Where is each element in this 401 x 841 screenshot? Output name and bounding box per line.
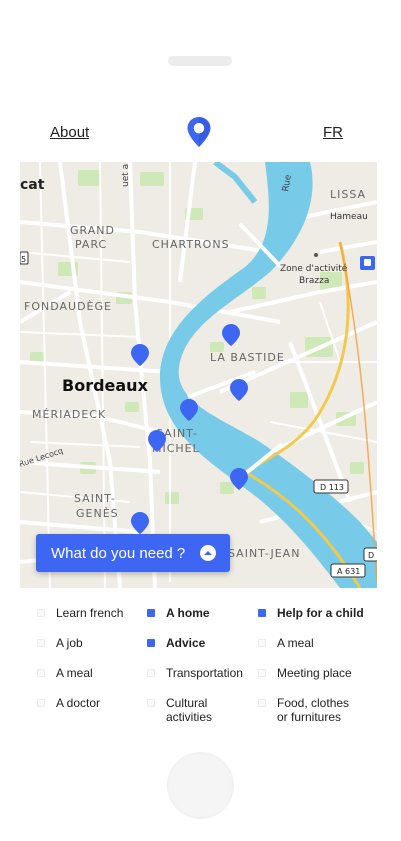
checkbox-square[interactable]: [37, 609, 45, 617]
svg-text:cat: cat: [20, 177, 45, 193]
map-canvas[interactable]: cat GRAND PARC CHARTRONS LISSA Hameau Zo…: [20, 162, 377, 588]
city-map[interactable]: cat GRAND PARC CHARTRONS LISSA Hameau Zo…: [20, 162, 377, 588]
svg-text:PARC: PARC: [75, 238, 107, 251]
what-do-you-need-button[interactable]: What do you need ?: [36, 534, 230, 572]
checkbox-square[interactable]: [147, 669, 155, 677]
checkbox-square[interactable]: [147, 639, 155, 647]
svg-text:Brazza: Brazza: [299, 276, 329, 286]
checkbox-square[interactable]: [37, 669, 45, 677]
checkbox-square[interactable]: [37, 639, 45, 647]
checkbox-square[interactable]: [258, 609, 266, 617]
need-option-label: Advice: [166, 636, 206, 650]
phone-frame: About FR cat GRAND PARC CHARTRONS LISSA …: [0, 0, 401, 841]
svg-text:Hameau: Hameau: [330, 212, 368, 222]
language-switch[interactable]: FR: [323, 124, 343, 141]
checkbox-square[interactable]: [258, 699, 266, 707]
svg-text:CHARTRONS: CHARTRONS: [152, 238, 230, 251]
need-option-label: Help for a child: [277, 606, 364, 620]
checkbox-square[interactable]: [258, 669, 266, 677]
need-option-label: A job: [56, 636, 83, 650]
need-button-label: What do you need ?: [51, 544, 186, 562]
need-option-label: A doctor: [56, 696, 101, 710]
need-option-label: A home: [166, 606, 210, 620]
svg-text:FONDAUDÈGE: FONDAUDÈGE: [24, 300, 112, 313]
need-option-label: Cultural activities: [166, 696, 213, 724]
need-option-label: Transportation: [166, 666, 243, 680]
svg-text:SAINT-JEAN: SAINT-JEAN: [228, 547, 300, 560]
checkbox-square[interactable]: [37, 699, 45, 707]
location-pin-icon[interactable]: [186, 116, 212, 148]
need-option-label: A meal: [56, 666, 93, 680]
svg-text:GRAND: GRAND: [70, 224, 115, 237]
shield-5: 5: [21, 255, 26, 264]
checkbox-square[interactable]: [258, 639, 266, 647]
chevron-up-icon: [200, 545, 216, 561]
svg-text:MÉRIADECK: MÉRIADECK: [32, 408, 106, 421]
header: About FR: [20, 112, 377, 162]
need-option-label: Food, clothes or furnitures: [277, 696, 350, 724]
svg-text:GENÈS: GENÈS: [76, 507, 119, 520]
shield-d113: D 113: [320, 483, 344, 492]
need-option-label: Learn french: [56, 606, 124, 620]
svg-text:SAINT-: SAINT-: [74, 492, 116, 505]
needs-filter-panel: Learn french A home Help for a child A job A…: [20, 588, 377, 738]
about-link[interactable]: About: [50, 124, 89, 141]
svg-text:LISSA: LISSA: [330, 188, 366, 201]
svg-text:Bordeaux: Bordeaux: [62, 376, 149, 395]
home-button[interactable]: [167, 752, 234, 819]
checkbox-square[interactable]: [147, 609, 155, 617]
svg-text:uet a: uet a: [121, 164, 131, 187]
svg-text:Zone d'activité: Zone d'activité: [280, 263, 348, 274]
need-option-label: A meal: [277, 636, 314, 650]
shield-d: D: [368, 551, 374, 560]
speaker-slot: [168, 56, 232, 66]
shield-a631: A 631: [337, 567, 360, 576]
need-option-label: Meeting place: [277, 666, 352, 680]
svg-text:LA BASTIDE: LA BASTIDE: [210, 351, 285, 364]
checkbox-square[interactable]: [147, 699, 155, 707]
